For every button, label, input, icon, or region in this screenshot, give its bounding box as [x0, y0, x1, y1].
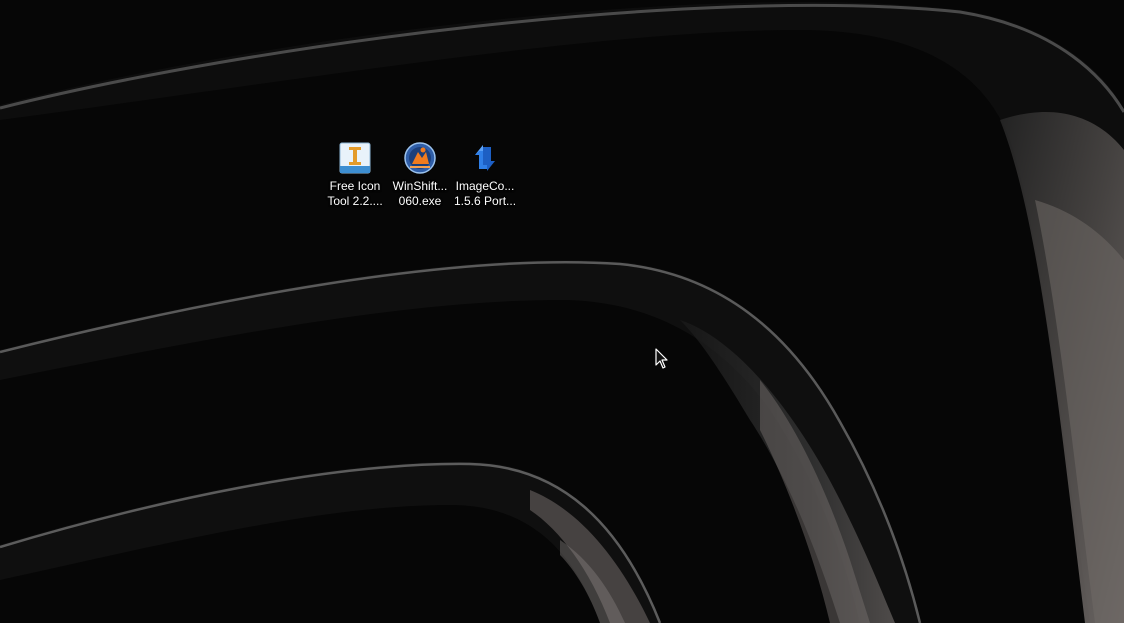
icon-label-line2: Tool 2.2....: [327, 194, 383, 208]
icon-label-line1: ImageCo...: [455, 179, 515, 193]
desktop[interactable]: Free Icon Tool 2.2.... WinShift... 060.e…: [0, 0, 1124, 623]
desktop-icon-winshift[interactable]: WinShift... 060.exe: [389, 140, 451, 214]
desktop-icon-free-icon-tool[interactable]: Free Icon Tool 2.2....: [324, 140, 386, 214]
wallpaper: [0, 0, 1124, 623]
icon-label-line1: Free Icon: [329, 179, 381, 193]
icon-label-line2: 1.5.6 Port...: [454, 194, 516, 208]
free-icon-tool-icon: [339, 142, 371, 174]
winshift-icon: [404, 142, 436, 174]
imageconverter-icon: [475, 145, 495, 171]
icon-label-line1: WinShift...: [392, 179, 448, 193]
mouse-pointer-icon: [655, 348, 668, 369]
icon-label-line2: 060.exe: [398, 194, 442, 208]
desktop-icon-imageconverter[interactable]: ImageCo... 1.5.6 Port...: [454, 140, 516, 214]
